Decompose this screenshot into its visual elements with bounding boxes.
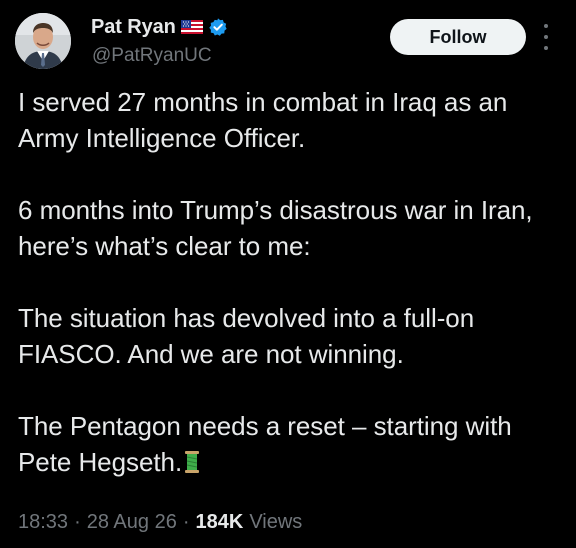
meta-separator: · [182, 511, 190, 533]
tweet-paragraph: The Pentagon needs a reset – starting wi… [18, 411, 512, 477]
tweet-paragraph: I served 27 months in combat in Iraq as … [18, 87, 508, 153]
more-vertical-icon[interactable] [540, 24, 552, 50]
views-count: 184K [195, 511, 244, 533]
meta-separator: · [74, 511, 81, 533]
follow-button[interactable]: Follow [390, 19, 526, 55]
avatar-photo [15, 13, 71, 69]
views-label: Views [249, 511, 303, 533]
tweet-date[interactable]: 28 Aug 26 [87, 511, 177, 534]
tweet-text: I served 27 months in combat in Iraq as … [18, 84, 566, 480]
tweet-meta: 18:33 · 28 Aug 26 · 184K Views [18, 511, 302, 534]
verified-badge-icon [208, 17, 228, 37]
tweet-time[interactable]: 18:33 [18, 511, 68, 534]
tweet-paragraph-last: The Pentagon needs a reset – starting wi… [18, 408, 566, 480]
tweet-paragraph: The situation has devolved into a full-o… [18, 303, 475, 369]
us-flag-icon [180, 20, 203, 34]
spool-of-thread-icon [184, 447, 200, 473]
tweet-card: Pat Ryan @PatRyanUC Follow I served 27 m… [0, 0, 576, 548]
author-display-name[interactable]: Pat Ryan [91, 16, 176, 39]
author-handle[interactable]: @PatRyanUC [92, 45, 212, 67]
avatar[interactable] [15, 13, 71, 69]
tweet-paragraph: 6 months into Trump’s disastrous war in … [18, 195, 533, 261]
author-name-row: Pat Ryan [91, 14, 228, 40]
